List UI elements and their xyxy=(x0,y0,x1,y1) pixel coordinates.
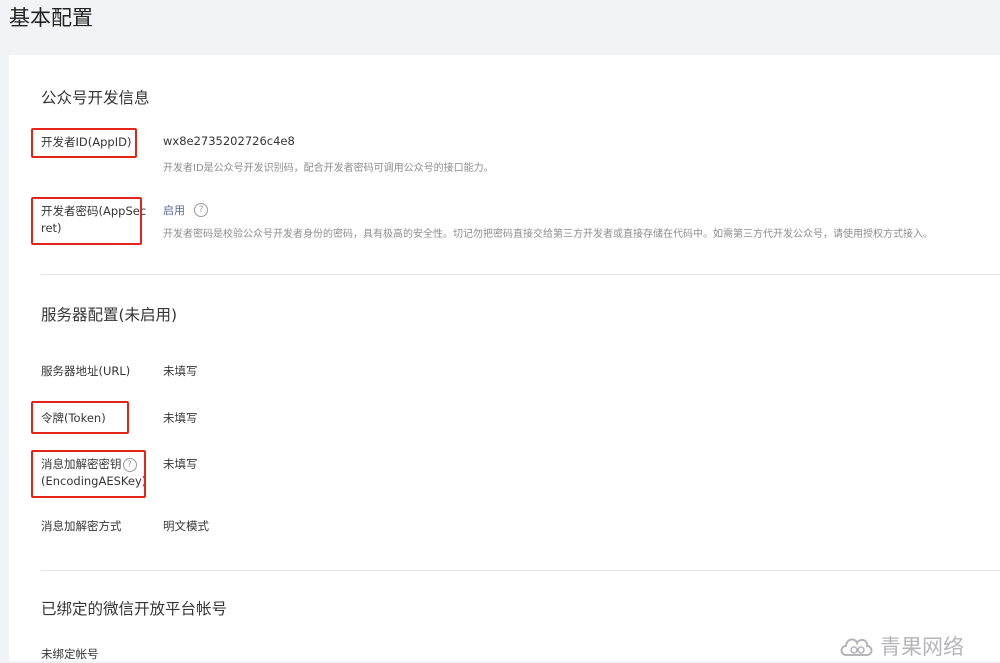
highlight-box-token xyxy=(31,401,129,434)
highlight-box-appsecret xyxy=(31,197,142,245)
cloud-logo-icon xyxy=(840,638,873,656)
highlight-box-aeskey xyxy=(31,450,146,498)
help-circle-icon[interactable]: ? xyxy=(194,202,209,217)
appsecret-desc: 开发者密码是校验公众号开发者身份的密码，具有极高的安全性。切记勿把密码直接交给第… xyxy=(163,229,933,240)
enable-link[interactable]: 启用 xyxy=(163,204,185,217)
section-divider xyxy=(41,274,1000,275)
page-title: 基本配置 xyxy=(9,6,93,30)
section-divider xyxy=(41,570,1000,571)
config-card: 公众号开发信息 开发者ID(AppID) wx8e2735202726c4e8 … xyxy=(9,55,1000,661)
highlight-box-appid xyxy=(31,128,137,158)
appid-desc: 开发者ID是公众号开发识别码，配合开发者密码可调用公众号的接口能力。 xyxy=(163,163,494,174)
section-title-server: 服务器配置(未启用) xyxy=(41,306,178,324)
watermark-text: 青果网络 xyxy=(880,635,964,659)
watermark: 青果网络 xyxy=(838,631,964,661)
aeskey-value: 未填写 xyxy=(163,457,198,471)
server-url-label: 服务器地址(URL) xyxy=(41,364,131,378)
encryption-mode-value: 明文模式 xyxy=(163,519,209,533)
appid-value[interactable]: wx8e2735202726c4e8 xyxy=(163,134,295,148)
section-title-dev-info: 公众号开发信息 xyxy=(41,89,150,107)
section-title-open-platform: 已绑定的微信开放平台帐号 xyxy=(41,600,228,618)
appsecret-action: 启用 ? xyxy=(163,199,209,218)
unbound-account-label: 未绑定帐号 xyxy=(41,647,99,661)
server-url-value: 未填写 xyxy=(163,364,198,378)
encryption-mode-label: 消息加解密方式 xyxy=(41,519,122,533)
token-value: 未填写 xyxy=(163,411,198,425)
